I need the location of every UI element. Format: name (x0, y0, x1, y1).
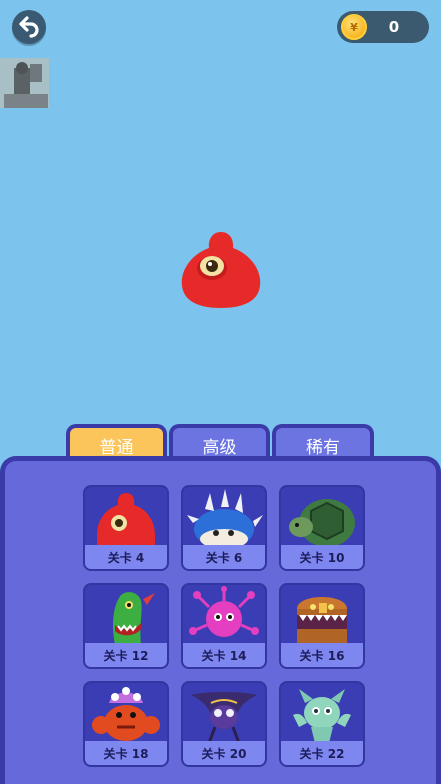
monster-card-spiked-shell[interactable]: 关卡 6 (181, 485, 267, 571)
monster-card-teal-ghost[interactable]: 关卡 22 (279, 681, 365, 767)
level-label: 关卡 20 (183, 741, 265, 765)
monster-card-green-plant[interactable]: 关卡 12 (83, 583, 169, 669)
statue-thumbnail[interactable] (0, 58, 49, 108)
level-label: 关卡 12 (85, 643, 167, 667)
monster-card-treasure-chest[interactable]: 关卡 16 (279, 583, 365, 669)
teal-ghost-icon (293, 689, 351, 743)
purple-bat-icon (191, 692, 257, 743)
coin-counter: ¥ 0 (337, 11, 429, 43)
coin-count: 0 (388, 18, 400, 36)
pink-virus-icon (189, 586, 259, 637)
level-label: 关卡 10 (281, 545, 363, 569)
red-blob-icon (97, 493, 155, 547)
treasure-chest-icon (297, 597, 347, 643)
level-label: 关卡 18 (85, 741, 167, 765)
green-plant-icon (113, 592, 155, 645)
monster-card-purple-bat[interactable]: 关卡 20 (181, 681, 267, 767)
level-label: 关卡 6 (183, 545, 265, 569)
spiked-shell-icon (187, 489, 263, 547)
coin-symbol: ¥ (350, 20, 358, 34)
level-label: 关卡 22 (281, 741, 363, 765)
coin-icon: ¥ (341, 14, 367, 40)
monster-card-red-blob[interactable]: 关卡 4 (83, 485, 169, 571)
red-blob-monster-preview (181, 232, 261, 308)
level-label: 关卡 16 (281, 643, 363, 667)
monster-card-turtle[interactable]: 关卡 10 (279, 485, 365, 571)
turtle-icon (289, 499, 355, 547)
back-button[interactable] (12, 10, 46, 44)
monster-panel: 关卡 4 关卡 6 关卡 10 关卡 12 关卡 14 关卡 16 关卡 18 … (0, 456, 441, 784)
red-crab-icon (92, 687, 160, 741)
monster-card-red-crab[interactable]: 关卡 18 (83, 681, 169, 767)
level-label: 关卡 4 (85, 545, 167, 569)
monster-grid: 关卡 4 关卡 6 关卡 10 关卡 12 关卡 14 关卡 16 关卡 18 … (83, 485, 365, 767)
back-arrow-icon (19, 16, 39, 38)
level-label: 关卡 14 (183, 643, 265, 667)
monster-card-pink-virus[interactable]: 关卡 14 (181, 583, 267, 669)
